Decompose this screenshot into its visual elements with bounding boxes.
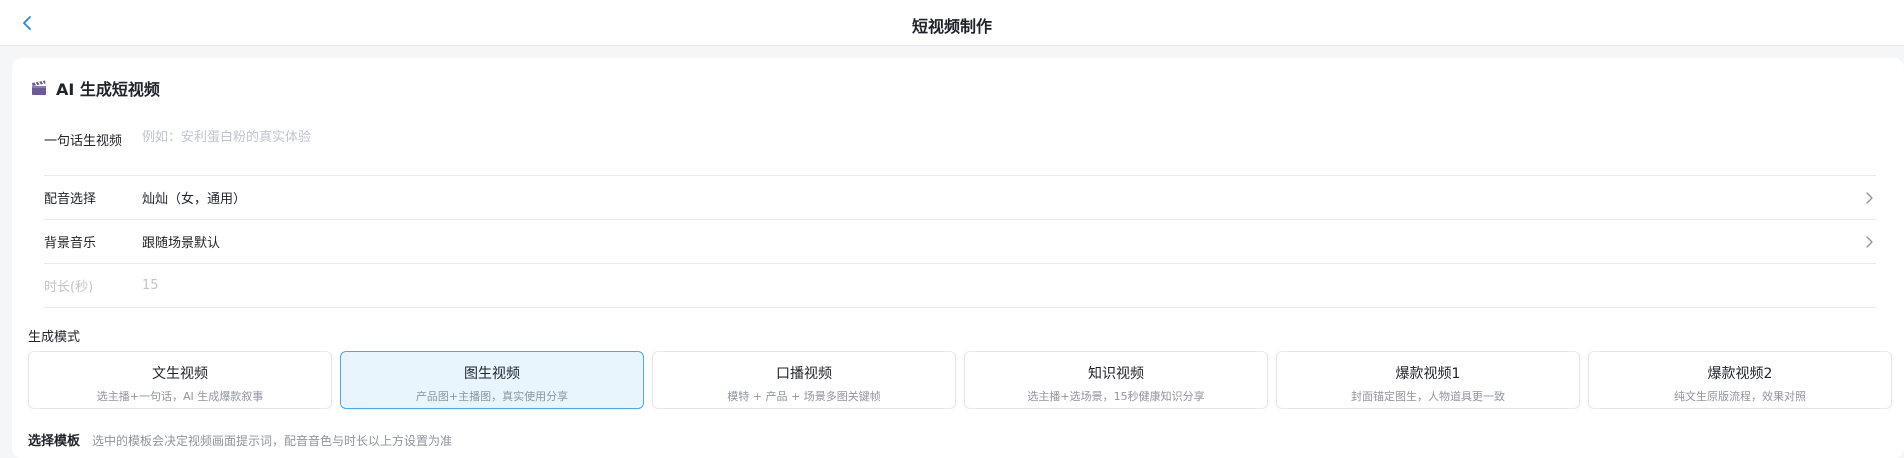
prompt-input[interactable] bbox=[142, 130, 742, 145]
mode-option-hit-video-2[interactable]: 爆款视频2 纯文生原版流程，效果对照 bbox=[1588, 351, 1892, 409]
music-value: 跟随场景默认 bbox=[142, 236, 221, 251]
mode-title: 爆款视频2 bbox=[1707, 366, 1773, 382]
chevron-right-icon bbox=[1866, 192, 1873, 204]
voice-label: 配音选择 bbox=[44, 192, 97, 207]
mode-option-image-to-video[interactable]: 图生视频 产品图+主播图，真实使用分享 bbox=[340, 351, 644, 409]
section-title-text: AI 生成短视频 bbox=[56, 80, 160, 99]
top-bar: 短视频制作 bbox=[0, 0, 1904, 46]
mode-title: 图生视频 bbox=[464, 366, 520, 382]
mode-title: 爆款视频1 bbox=[1395, 366, 1461, 382]
music-label: 背景音乐 bbox=[44, 236, 97, 251]
mode-title: 口播视频 bbox=[776, 366, 832, 382]
template-label: 选择模板 bbox=[28, 434, 81, 449]
mode-title: 知识视频 bbox=[1088, 366, 1144, 382]
template-section-header: 选择模板 选中的模板会决定视频画面提示词，配音音色与时长以上方设置为准 bbox=[28, 430, 452, 449]
mode-option-text-to-video[interactable]: 文生视频 选主播+一句话，AI 生成爆款叙事 bbox=[28, 351, 332, 409]
mode-option-hit-video-1[interactable]: 爆款视频1 封面锚定图生，人物道具更一致 bbox=[1276, 351, 1580, 409]
mode-option-knowledge-video[interactable]: 知识视频 选主播+选场景，15秒健康知识分享 bbox=[964, 351, 1268, 409]
duration-row: 时长(秒) 15 bbox=[44, 264, 1876, 308]
music-select-row[interactable]: 背景音乐 跟随场景默认 bbox=[44, 220, 1876, 264]
mode-label: 生成模式 bbox=[28, 330, 81, 345]
mode-subtitle: 模特 + 产品 + 场景多图关键帧 bbox=[727, 390, 881, 403]
main-card: AI 生成短视频 一句话生视频 配音选择 灿灿（女，通用） 背景音乐 跟随场景默… bbox=[12, 58, 1904, 458]
prompt-row: 一句话生视频 bbox=[44, 116, 1876, 176]
chevron-right-icon bbox=[1866, 236, 1873, 248]
mode-subtitle: 纯文生原版流程，效果对照 bbox=[1674, 390, 1806, 403]
duration-value: 15 bbox=[142, 278, 159, 293]
mode-subtitle: 选主播+选场景，15秒健康知识分享 bbox=[1027, 390, 1205, 403]
mode-option-talking-video[interactable]: 口播视频 模特 + 产品 + 场景多图关键帧 bbox=[652, 351, 956, 409]
duration-label: 时长(秒) bbox=[44, 280, 94, 295]
template-hint: 选中的模板会决定视频画面提示词，配音音色与时长以上方设置为准 bbox=[92, 434, 453, 448]
mode-subtitle: 封面锚定图生，人物道具更一致 bbox=[1351, 390, 1505, 403]
mode-options: 文生视频 选主播+一句话，AI 生成爆款叙事 图生视频 产品图+主播图，真实使用… bbox=[28, 351, 1892, 409]
section-title: AI 生成短视频 bbox=[30, 76, 160, 100]
mode-subtitle: 产品图+主播图，真实使用分享 bbox=[415, 390, 569, 403]
settings-form: 一句话生视频 配音选择 灿灿（女，通用） 背景音乐 跟随场景默认 时长(秒) 1… bbox=[44, 116, 1876, 308]
clapperboard-icon bbox=[32, 80, 46, 95]
mode-title: 文生视频 bbox=[152, 366, 208, 382]
voice-select-row[interactable]: 配音选择 灿灿（女，通用） bbox=[44, 176, 1876, 220]
voice-value: 灿灿（女，通用） bbox=[142, 192, 247, 207]
mode-subtitle: 选主播+一句话，AI 生成爆款叙事 bbox=[96, 390, 264, 403]
page-title: 短视频制作 bbox=[911, 17, 992, 36]
prompt-label: 一句话生视频 bbox=[44, 134, 123, 149]
